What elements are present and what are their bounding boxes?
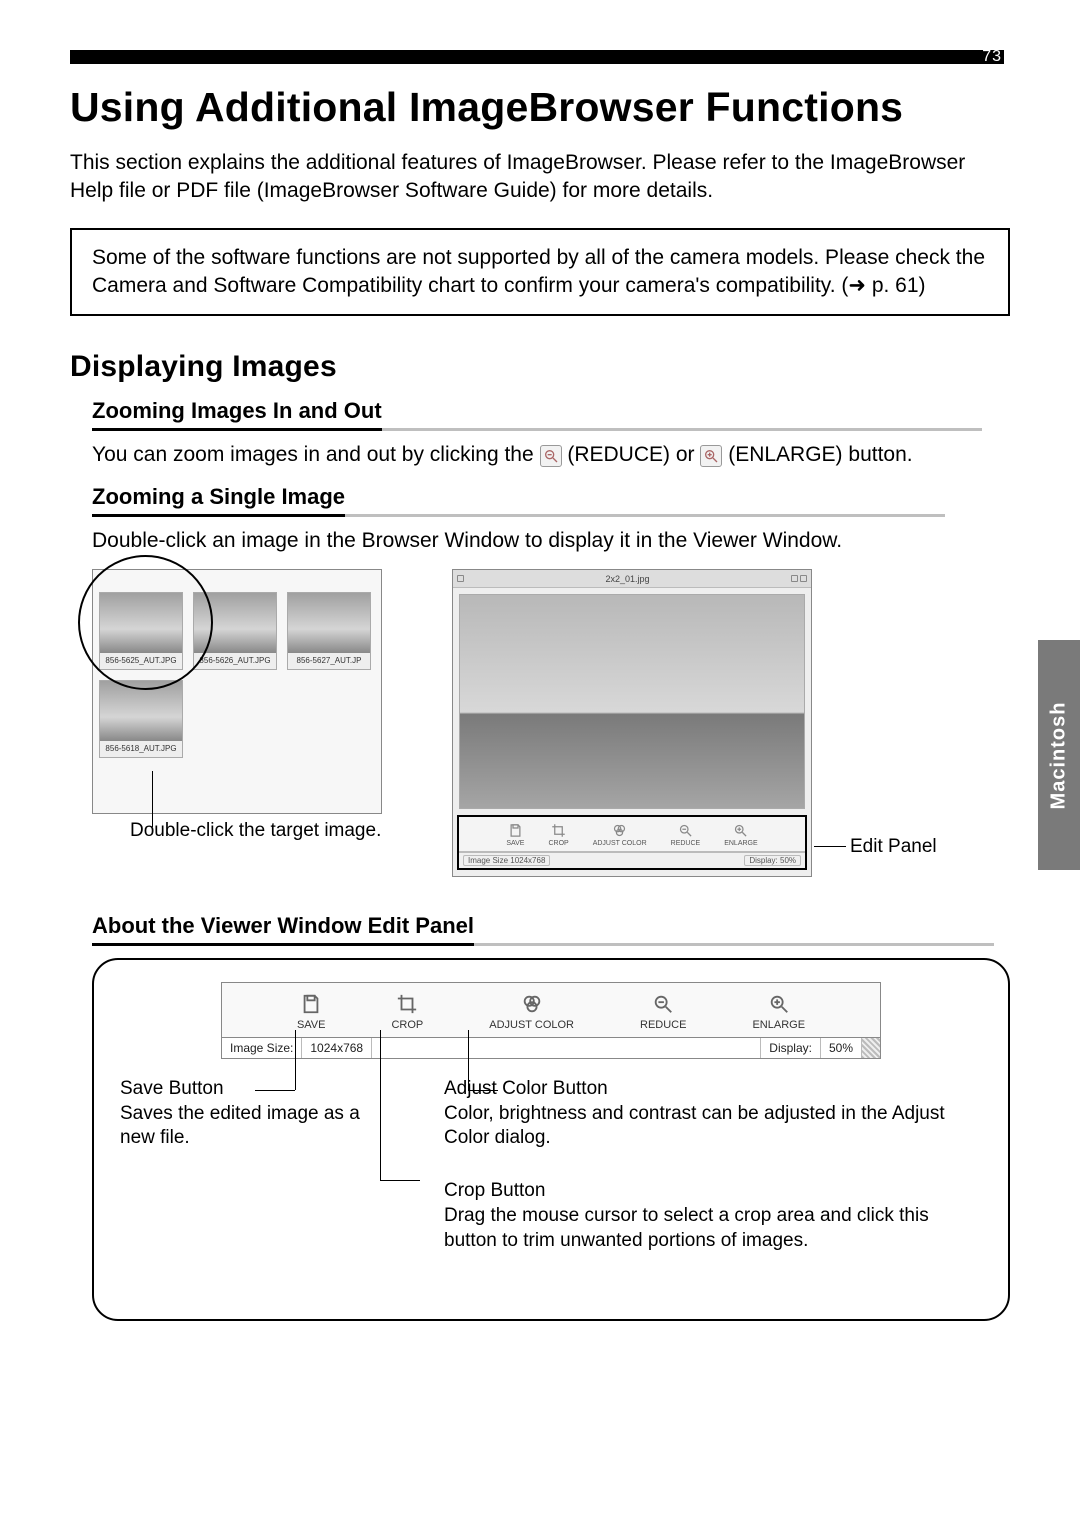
compatibility-note: Some of the software functions are not s… bbox=[70, 228, 1010, 317]
crop-button[interactable]: CROP bbox=[548, 823, 568, 847]
enlarge-icon bbox=[700, 445, 722, 467]
status-image-size-label: Image Size: bbox=[222, 1038, 302, 1058]
adjust-color-button[interactable]: ADJUST COLOR bbox=[489, 993, 574, 1031]
reduce-button[interactable]: REDUCE bbox=[640, 993, 686, 1031]
intro-text: This section explains the additional fea… bbox=[70, 149, 1010, 206]
viewer-image bbox=[459, 594, 805, 809]
callout-save: Save Button Saves the edited image as a … bbox=[120, 1077, 360, 1151]
figure-browser-window: 856-5625_AUT.JPG 856-5626_AUT.JPG 856-56… bbox=[92, 569, 382, 877]
header-notch bbox=[1004, 50, 1010, 64]
reduce-button[interactable]: REDUCE bbox=[671, 823, 701, 847]
viewer-edit-panel: SAVE CROP ADJUST COLOR REDUCE bbox=[457, 815, 807, 870]
subhead-zoom-single: Zooming a Single Image bbox=[92, 484, 345, 517]
viewer-titlebar: 2x2_01.jpg bbox=[453, 570, 811, 588]
thumbnail[interactable]: 856-5626_AUT.JPG bbox=[193, 592, 277, 670]
side-tab-label: Macintosh bbox=[1048, 701, 1071, 809]
resize-handle[interactable] bbox=[862, 1038, 880, 1058]
status-image-size: Image Size 1024x768 bbox=[463, 855, 550, 866]
crop-button[interactable]: CROP bbox=[391, 993, 423, 1031]
status-display: Display: 50% bbox=[744, 855, 801, 866]
callout-crop: Crop Button Drag the mouse cursor to sel… bbox=[400, 1179, 982, 1253]
adjust-color-button[interactable]: ADJUST COLOR bbox=[593, 823, 647, 847]
header-bar bbox=[70, 50, 1010, 64]
zoom-in-out-text: You can zoom images in and out by clicki… bbox=[92, 441, 1010, 469]
figure-left-caption: Double-click the target image. bbox=[92, 820, 382, 842]
status-image-size-value: 1024x768 bbox=[302, 1038, 372, 1058]
figure-viewer-window: 2x2_01.jpg SAVE CROP bbox=[452, 569, 812, 877]
callout-adjust-color: Adjust Color Button Color, brightness an… bbox=[400, 1077, 982, 1151]
thumbnail[interactable]: 856-5625_AUT.JPG bbox=[99, 592, 183, 670]
status-display-label: Display: bbox=[761, 1038, 821, 1058]
reduce-icon bbox=[540, 445, 562, 467]
zoom-single-text: Double-click an image in the Browser Win… bbox=[92, 527, 1010, 555]
thumbnail[interactable]: 856-5627_AUT.JP bbox=[287, 592, 371, 670]
edit-panel-toolbar: SAVE CROP ADJUST COLOR REDUCE bbox=[221, 982, 881, 1038]
enlarge-button[interactable]: ENLARGE bbox=[752, 993, 805, 1031]
thumbnail[interactable]: 856-5618_AUT.JPG bbox=[99, 680, 183, 758]
edit-panel-status: Image Size: 1024x768 Display: 50% bbox=[221, 1038, 881, 1059]
edit-panel-explainer: SAVE CROP ADJUST COLOR REDUCE bbox=[92, 958, 1010, 1321]
save-button[interactable]: SAVE bbox=[297, 993, 326, 1031]
leader-line bbox=[814, 846, 846, 847]
enlarge-button[interactable]: ENLARGE bbox=[724, 823, 757, 847]
section-displaying-images: Displaying Images bbox=[70, 350, 1010, 384]
side-tab-macintosh: Macintosh bbox=[1038, 640, 1080, 870]
browser-window: 856-5625_AUT.JPG 856-5626_AUT.JPG 856-56… bbox=[92, 569, 382, 814]
subhead-zoom-in-out: Zooming Images In and Out bbox=[92, 398, 382, 431]
save-button[interactable]: SAVE bbox=[506, 823, 524, 847]
status-display-value: 50% bbox=[821, 1038, 862, 1058]
subhead-edit-panel: About the Viewer Window Edit Panel bbox=[92, 913, 474, 946]
leader-line bbox=[152, 771, 153, 827]
viewer-window: 2x2_01.jpg SAVE CROP bbox=[452, 569, 812, 877]
edit-panel-label: Edit Panel bbox=[850, 836, 937, 858]
page-title: Using Additional ImageBrowser Functions bbox=[70, 84, 1010, 131]
page-number: 73 bbox=[982, 50, 1002, 64]
